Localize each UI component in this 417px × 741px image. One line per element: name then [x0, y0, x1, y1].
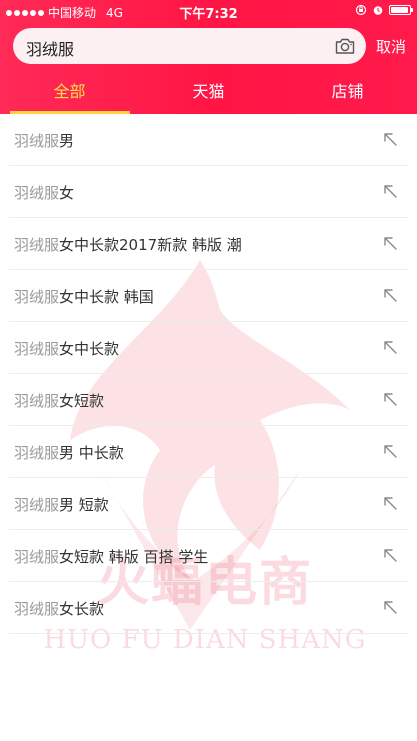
fill-query-arrow-icon[interactable] [383, 184, 397, 198]
suggestion-item[interactable]: 羽绒服女中长款 韩国 [9, 270, 408, 322]
suggestion-suffix: 男 [59, 132, 75, 150]
tab-all-label: 全部 [53, 82, 86, 101]
fill-query-arrow-icon[interactable] [383, 132, 397, 146]
suggestion-list: 羽绒服男 羽绒服女 羽绒服女中长款2017新款 韩版 潮 羽绒服女中长款 韩国 … [0, 114, 417, 634]
fill-query-arrow-icon[interactable] [383, 236, 397, 250]
suggestion-text: 羽绒服女短款 韩版 百搭 学生 [14, 546, 208, 567]
suggestion-item[interactable]: 羽绒服女长款 [9, 582, 408, 634]
suggestion-suffix: 女中长款 韩国 [59, 288, 154, 306]
fill-query-arrow-icon[interactable] [383, 600, 397, 614]
orientation-lock-icon [355, 4, 367, 16]
suggestion-suffix: 女短款 [59, 392, 105, 410]
search-input-value: 羽绒服 [26, 40, 75, 59]
suggestion-item[interactable]: 羽绒服女中长款2017新款 韩版 潮 [9, 218, 408, 270]
suggestion-text: 羽绒服女中长款2017新款 韩版 潮 [14, 234, 242, 255]
suggestion-item[interactable]: 羽绒服男 中长款 [9, 426, 408, 478]
suggestion-item[interactable]: 羽绒服女短款 韩版 百搭 学生 [9, 530, 408, 582]
suggestion-suffix: 男 短款 [59, 496, 109, 514]
tab-tmall-label: 天猫 [192, 82, 225, 101]
suggestion-suffix: 女长款 [59, 600, 105, 618]
suggestion-text: 羽绒服女中长款 [14, 338, 119, 359]
cancel-button[interactable]: 取消 [376, 36, 406, 57]
suggestion-keyword: 羽绒服 [14, 236, 60, 254]
battery-icon [389, 5, 413, 15]
search-input[interactable]: 羽绒服 [13, 28, 366, 64]
tab-shops-label: 店铺 [331, 82, 364, 101]
suggestion-keyword: 羽绒服 [14, 548, 60, 566]
suggestion-suffix: 女中长款2017新款 韩版 潮 [59, 236, 242, 254]
suggestion-text: 羽绒服男 中长款 [14, 442, 124, 463]
camera-icon[interactable] [334, 35, 356, 57]
suggestion-suffix: 男 中长款 [59, 444, 124, 462]
suggestion-text: 羽绒服男 短款 [14, 494, 109, 515]
suggestion-text: 羽绒服女中长款 韩国 [14, 286, 154, 307]
suggestion-item[interactable]: 羽绒服女中长款 [9, 322, 408, 374]
tab-all[interactable]: 全部 [0, 72, 139, 114]
suggestion-suffix: 女 [59, 184, 75, 202]
header-bar: 中国移动 4G 下午7:32 羽绒服 取消 全部 天猫 店铺 [0, 0, 417, 114]
screen: 中国移动 4G 下午7:32 羽绒服 取消 全部 天猫 店铺 火蝠电商 HUO … [0, 0, 417, 741]
tab-tmall[interactable]: 天猫 [139, 72, 278, 114]
suggestion-text: 羽绒服女短款 [14, 390, 104, 411]
fill-query-arrow-icon[interactable] [383, 288, 397, 302]
suggestion-text: 羽绒服女 [14, 182, 74, 203]
search-row: 羽绒服 取消 [0, 26, 417, 66]
suggestion-item[interactable]: 羽绒服女短款 [9, 374, 408, 426]
status-bar: 中国移动 4G 下午7:32 [0, 0, 417, 22]
suggestion-suffix: 女中长款 [59, 340, 120, 358]
tab-shops[interactable]: 店铺 [278, 72, 417, 114]
suggestion-item[interactable]: 羽绒服男 [9, 114, 408, 166]
fill-query-arrow-icon[interactable] [383, 392, 397, 406]
suggestion-keyword: 羽绒服 [14, 184, 60, 202]
suggestion-keyword: 羽绒服 [14, 600, 60, 618]
suggestion-keyword: 羽绒服 [14, 496, 60, 514]
suggestion-keyword: 羽绒服 [14, 288, 60, 306]
suggestion-item[interactable]: 羽绒服女 [9, 166, 408, 218]
suggestion-keyword: 羽绒服 [14, 392, 60, 410]
suggestion-item[interactable]: 羽绒服男 短款 [9, 478, 408, 530]
suggestion-keyword: 羽绒服 [14, 340, 60, 358]
suggestion-keyword: 羽绒服 [14, 132, 60, 150]
fill-query-arrow-icon[interactable] [383, 548, 397, 562]
status-right [355, 4, 413, 16]
suggestion-text: 羽绒服男 [14, 130, 74, 151]
tab-bar: 全部 天猫 店铺 [0, 72, 417, 114]
alarm-icon [373, 6, 383, 15]
fill-query-arrow-icon[interactable] [383, 496, 397, 510]
suggestion-text: 羽绒服女长款 [14, 598, 104, 619]
suggestion-suffix: 女短款 韩版 百搭 学生 [59, 548, 209, 566]
fill-query-arrow-icon[interactable] [383, 340, 397, 354]
suggestion-keyword: 羽绒服 [14, 444, 60, 462]
fill-query-arrow-icon[interactable] [383, 444, 397, 458]
